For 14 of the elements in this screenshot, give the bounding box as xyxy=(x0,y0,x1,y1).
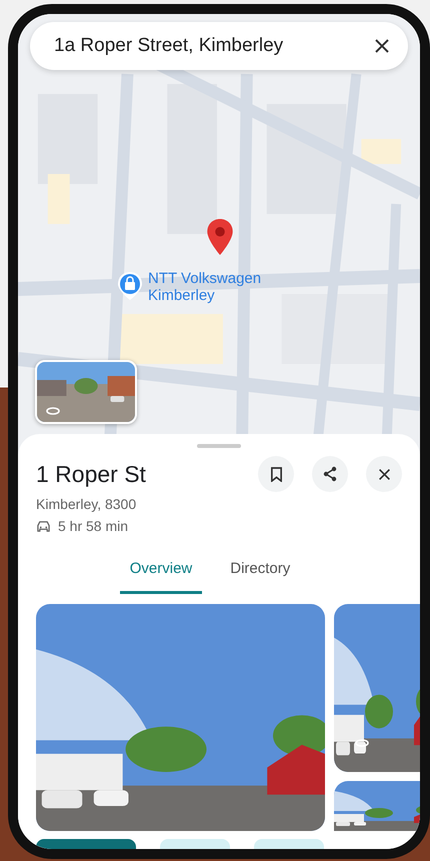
share-icon xyxy=(322,466,338,482)
place-title: 1 Roper St xyxy=(36,460,146,488)
action-button[interactable] xyxy=(36,839,136,849)
share-button[interactable] xyxy=(312,456,348,492)
save-button[interactable] xyxy=(258,456,294,492)
tab[interactable]: Overview xyxy=(120,548,202,594)
bookmark-icon xyxy=(270,466,282,482)
car-icon xyxy=(36,520,51,532)
close-icon xyxy=(378,468,390,480)
address-text: Kimberley, 8300 xyxy=(36,496,138,512)
drive-time: 5 hr 58 min xyxy=(58,518,128,534)
close-button[interactable] xyxy=(366,456,402,492)
tab[interactable]: Directory xyxy=(220,548,300,594)
rotate-360-icon xyxy=(354,738,370,748)
